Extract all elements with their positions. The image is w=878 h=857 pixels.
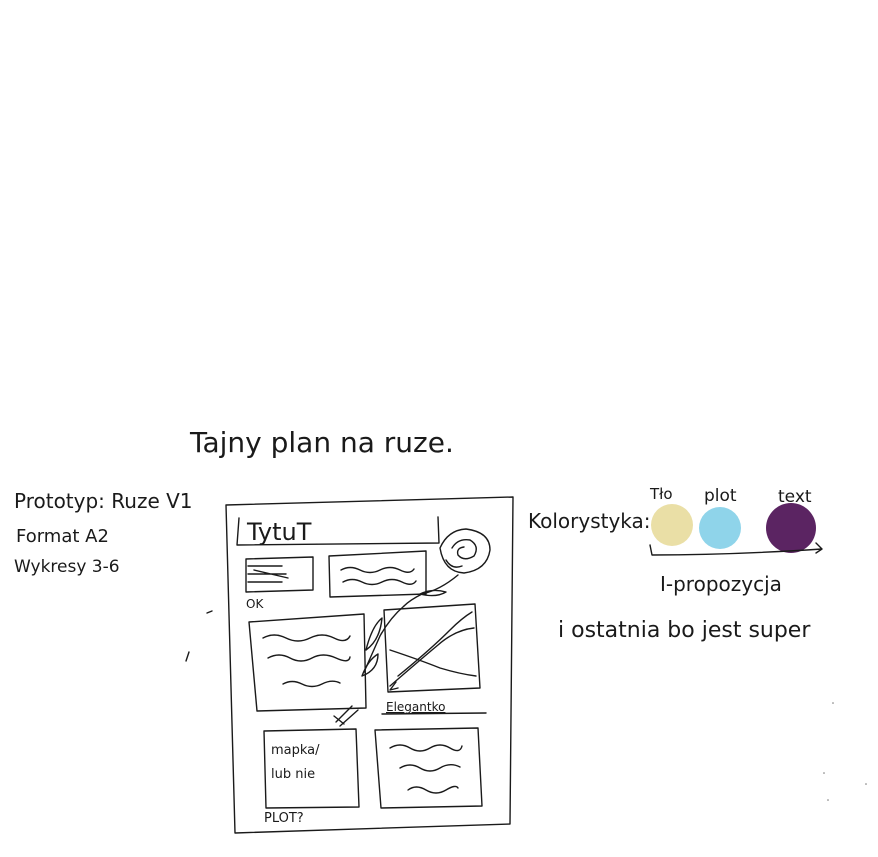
stray-mark [185, 651, 190, 662]
prototype-note-name: Prototyp: Ruze V1 [14, 489, 193, 513]
text-wave [389, 744, 463, 752]
stray-dot [865, 783, 867, 785]
text-box-top [328, 550, 427, 598]
text-box-main [248, 613, 367, 712]
text-wave [282, 680, 341, 688]
elegant-underline [381, 712, 487, 715]
swatch-background [651, 504, 693, 546]
rose-icon [363, 528, 491, 673]
map-label-line2: lub nie [271, 767, 315, 782]
palette-label: Kolorystyka: [528, 509, 651, 533]
page-title: Tajny plan na ruze. [189, 426, 454, 459]
elegant-label: Elegantko [386, 700, 445, 714]
text-wave [340, 566, 415, 574]
ok-box-scribble [247, 565, 289, 583]
prototype-note-format: Format A2 [16, 526, 109, 547]
prototype-note-charts: Wykresy 3-6 [14, 557, 120, 577]
text-wave [407, 785, 459, 794]
leaf-icon [365, 617, 383, 651]
ok-label: OK [246, 597, 264, 611]
text-wave [399, 764, 461, 772]
swatch-text [766, 503, 816, 553]
stray-dot [823, 772, 825, 774]
text-wave [267, 654, 351, 662]
plot-label: PLOT? [264, 811, 304, 826]
stray-mark [206, 610, 213, 614]
proposal-label: I-propozycja [660, 572, 782, 596]
stray-dot [832, 702, 834, 704]
swatch-label-plot: plot [704, 486, 737, 506]
swatch-plot [699, 507, 741, 549]
text-wave [342, 578, 417, 586]
sketch-canvas: Tajny plan na ruze. Prototyp: Ruze V1 Fo… [14, 426, 867, 834]
poster-heading: TytuT [246, 518, 312, 546]
chart-line [389, 627, 475, 687]
poster-outline [225, 496, 514, 834]
text-box-bottom [374, 727, 483, 809]
text-wave [262, 634, 351, 642]
proposal-comment: i ostatnia bo jest super [558, 618, 811, 643]
stray-dot [827, 799, 829, 801]
swatch-label-background: Tło [649, 485, 673, 503]
map-label-line1: mapka/ [271, 743, 320, 758]
